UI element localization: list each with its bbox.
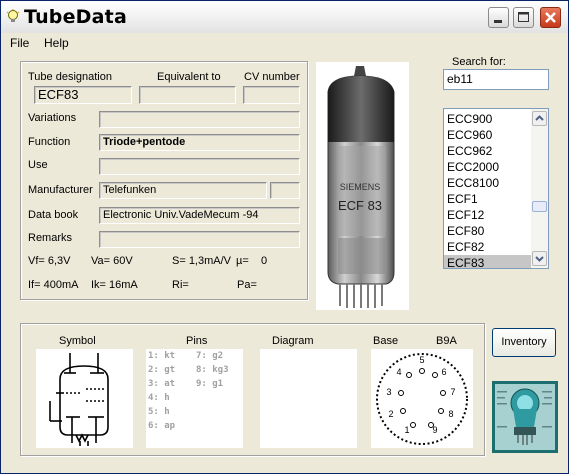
remarks-field[interactable] xyxy=(99,231,300,248)
tube-list-items: ECC900 ECC960 ECC962 ECC2000 ECC8100 ECF… xyxy=(444,111,532,268)
use-label: Use xyxy=(28,159,48,171)
window-title: TubeData xyxy=(24,6,127,28)
variations-field[interactable] xyxy=(99,111,300,128)
pin-text: 8: kg3 xyxy=(196,365,229,375)
list-item-selected[interactable]: ECF83 xyxy=(444,255,532,268)
if-value: If= 400mA xyxy=(28,279,79,291)
chevron-down-icon xyxy=(535,256,544,262)
maximize-icon xyxy=(518,12,529,22)
list-item[interactable]: ECF82 xyxy=(444,239,532,255)
search-input[interactable]: eb11 xyxy=(443,69,549,90)
base-pin-number: 1 xyxy=(404,425,409,435)
diagram-box xyxy=(260,349,357,448)
cv-number-label: CV number xyxy=(244,71,300,83)
list-item[interactable]: ECC8100 xyxy=(444,175,532,191)
ik-value: Ik= 16mA xyxy=(91,279,138,291)
close-icon xyxy=(545,12,556,23)
s-value: S= 1,3mA/V xyxy=(172,255,232,267)
pin-text: 2: gt xyxy=(148,365,176,375)
variations-label: Variations xyxy=(28,112,77,124)
diagram-label: Diagram xyxy=(272,335,314,347)
manufacturer-extra-field[interactable] xyxy=(270,182,300,199)
minimize-icon xyxy=(494,20,502,23)
pin-text: 9: g1 xyxy=(196,379,224,389)
base-pin-number: 8 xyxy=(448,409,453,419)
tube-symbol-diagram xyxy=(49,353,109,446)
lightbulb-icon xyxy=(6,9,20,22)
list-item[interactable]: ECC960 xyxy=(444,127,532,143)
manufacturer-field[interactable]: Telefunken xyxy=(99,182,267,199)
list-item[interactable]: ECF12 xyxy=(444,207,532,223)
base-pin-number: 5 xyxy=(419,355,424,365)
equivalent-field[interactable] xyxy=(139,86,236,104)
databook-label: Data book xyxy=(28,209,79,221)
tube-print-line2: ECF 83 xyxy=(338,198,382,213)
pins-label: Pins xyxy=(186,335,208,347)
tube-print-line1: SIEMENS xyxy=(340,182,381,192)
list-item[interactable]: ECF1 xyxy=(444,191,532,207)
databook-field[interactable]: Electronic Univ.VadeMecum -94 xyxy=(99,207,300,224)
va-value: Va= 60V xyxy=(91,255,133,267)
scroll-thumb[interactable] xyxy=(532,201,547,212)
base-pin-number: 7 xyxy=(450,387,455,397)
mu-value: 0 xyxy=(261,255,268,267)
tube-photo: SIEMENS ECF 83 xyxy=(316,62,409,310)
mu-label: µ= xyxy=(236,255,249,267)
pin-text: 7: g2 xyxy=(196,351,224,361)
pa-label: Pa= xyxy=(237,279,257,291)
list-item[interactable]: ECC2000 xyxy=(444,159,532,175)
tube-logo-icon xyxy=(492,381,558,453)
base-pin-number: 3 xyxy=(386,387,391,397)
base-box: 4 5 6 7 8 9 3 2 1 xyxy=(371,349,473,448)
use-field[interactable] xyxy=(99,158,300,175)
menu-bar: File Help xyxy=(1,33,568,53)
function-field[interactable]: Triode+pentode xyxy=(99,134,300,151)
chevron-up-icon xyxy=(535,115,544,121)
pin-text: 6: ap xyxy=(148,421,176,431)
pin-text: 3: at xyxy=(148,379,176,389)
minimize-button[interactable] xyxy=(488,7,509,28)
tube-symbol-box xyxy=(36,349,133,448)
remarks-label: Remarks xyxy=(28,232,73,244)
base-label: Base xyxy=(373,335,399,347)
search-label: Search for: xyxy=(452,56,506,68)
pin-text: 4: h xyxy=(148,393,170,403)
list-scrollbar[interactable] xyxy=(531,109,548,268)
inventory-button[interactable]: Inventory xyxy=(492,328,556,357)
scroll-down-button[interactable] xyxy=(532,251,547,266)
base-pin-number: 6 xyxy=(441,367,446,377)
tube-list[interactable]: ECC900 ECC960 ECC962 ECC2000 ECC8100 ECF… xyxy=(443,108,549,269)
menu-help[interactable]: Help xyxy=(44,36,69,50)
close-button[interactable] xyxy=(540,7,561,28)
list-item[interactable]: ECF80 xyxy=(444,223,532,239)
scroll-up-button[interactable] xyxy=(532,111,547,126)
maximize-button[interactable] xyxy=(513,7,534,28)
base-pinout-diagram: 4 5 6 7 8 9 3 2 1 xyxy=(376,353,468,445)
base-type-label: B9A xyxy=(436,335,457,347)
symbol-label: Symbol xyxy=(59,335,96,347)
title-bar[interactable]: TubeData xyxy=(1,1,568,33)
tube-designation-label: Tube designation xyxy=(28,71,112,83)
application-window: TubeData File Help Tube designation Equi… xyxy=(0,0,569,474)
vf-value: Vf= 6,3V xyxy=(28,255,71,267)
pin-text: 1: kt xyxy=(148,351,176,361)
cv-number-field[interactable] xyxy=(243,86,300,104)
pin-text: 5: h xyxy=(148,407,170,417)
function-label: Function xyxy=(28,136,71,148)
base-pin-number: 2 xyxy=(388,409,393,419)
manufacturer-label: Manufacturer xyxy=(28,184,93,196)
equivalent-label: Equivalent to xyxy=(157,71,221,83)
ri-label: Ri= xyxy=(172,279,189,291)
base-pin-number: 4 xyxy=(396,367,401,377)
list-item[interactable]: ECC962 xyxy=(444,143,532,159)
tube-designation-field[interactable]: ECF83 xyxy=(34,86,132,104)
list-item[interactable]: ECC900 xyxy=(444,111,532,127)
menu-file[interactable]: File xyxy=(10,36,29,50)
